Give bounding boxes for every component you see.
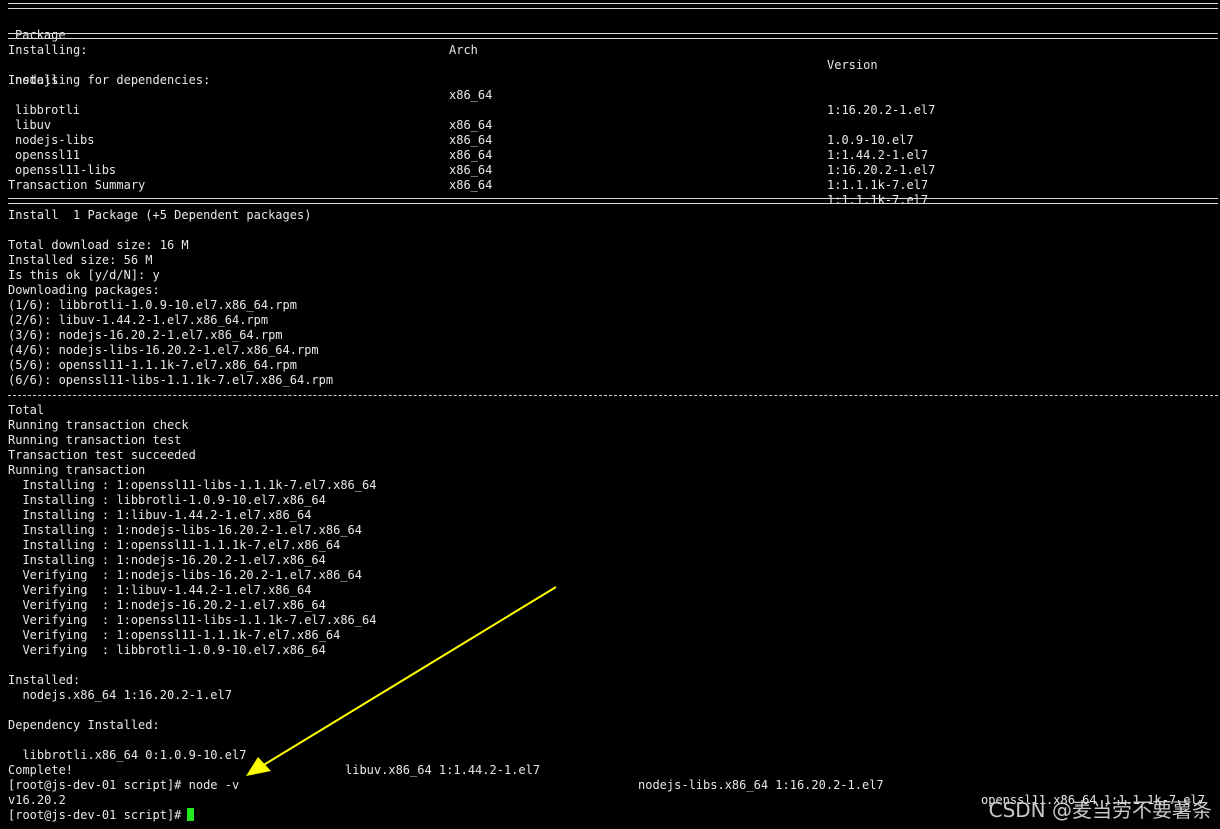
arrow-head xyxy=(246,757,271,776)
watermark: CSDN @麦当劳不要薯条 xyxy=(988,798,1212,822)
annotation-arrow-icon xyxy=(246,586,557,776)
terminal-window[interactable]: Package Arch Version Installing: nodejs … xyxy=(0,0,1220,829)
arrow-shaft xyxy=(261,586,557,767)
